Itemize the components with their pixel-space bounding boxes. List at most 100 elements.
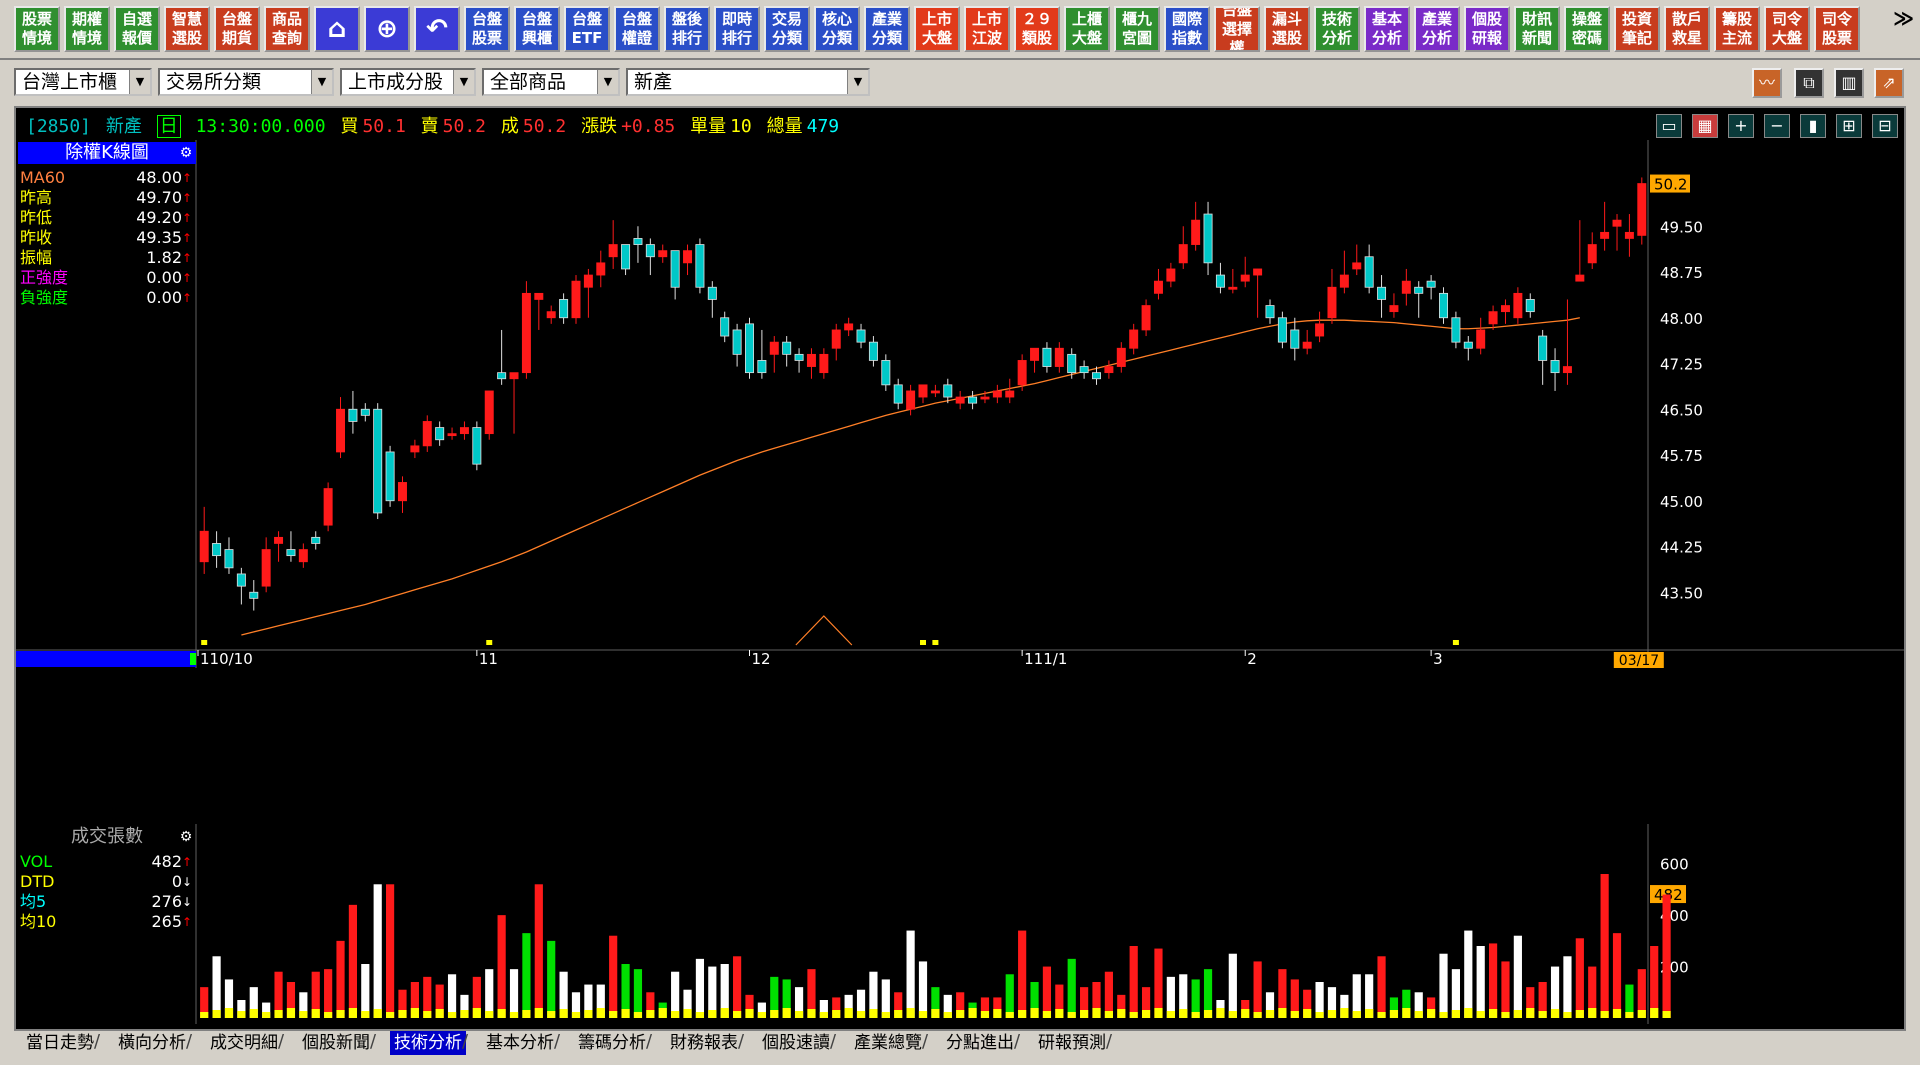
candle-body — [1550, 360, 1560, 374]
tab-2[interactable]: 成交明細 — [206, 1031, 282, 1055]
toolbar-button[interactable]: 散戶 救星 — [1664, 6, 1710, 52]
volume-base — [1389, 1010, 1399, 1018]
toolbar-button[interactable]: 上市 江波 — [964, 6, 1010, 52]
volume-panel-title[interactable]: 成交張數 — [18, 826, 196, 848]
toolbar-button[interactable]: 股票 情境 — [14, 6, 60, 52]
toolbar-button[interactable]: 基本 分析 — [1364, 6, 1410, 52]
toolbar-button[interactable]: 交易 分類 — [764, 6, 810, 52]
toolbar-button[interactable]: 台盤 興櫃 — [514, 6, 560, 52]
filter-select-value: 新產 — [634, 71, 673, 93]
tab-3[interactable]: 個股新聞 — [298, 1031, 374, 1055]
chart-style-icon[interactable]: 〰 — [1752, 68, 1782, 98]
filter-select[interactable]: 台灣上市櫃 ▼ — [14, 68, 152, 96]
toolbar-button[interactable]: 自選 報價 — [114, 6, 160, 52]
window-restore-icon[interactable]: ⧉ — [1794, 68, 1824, 98]
layout-icon[interactable]: ▥ — [1834, 68, 1864, 98]
tab-4[interactable]: 技術分析 — [390, 1031, 466, 1055]
toolbar-button[interactable]: 上櫃 大盤 — [1064, 6, 1110, 52]
home-icon[interactable]: ⌂ — [314, 6, 360, 52]
volume-base — [708, 1010, 717, 1018]
back-icon[interactable]: ↶ — [414, 6, 460, 52]
chevron-down-icon[interactable]: ▼ — [453, 70, 474, 94]
tab-7[interactable]: 財務報表 — [666, 1031, 742, 1055]
candle-body — [930, 390, 940, 394]
tab-9[interactable]: 產業總覽 — [850, 1031, 926, 1055]
candle-body — [881, 360, 891, 386]
volume-base — [1179, 1009, 1188, 1018]
candle-body — [1277, 317, 1287, 343]
toolbar-button[interactable]: 商品 查詢 — [264, 6, 310, 52]
volume-bar — [1253, 961, 1262, 1018]
toolbar-button[interactable]: 智慧 選股 — [164, 6, 210, 52]
toolbar-button[interactable]: 籌股 主流 — [1714, 6, 1760, 52]
toolbar-button[interactable]: 上市 大盤 — [914, 6, 960, 52]
zoom-in-icon[interactable]: + — [1728, 114, 1754, 138]
filter-bar: 台灣上市櫃 ▼ 交易所分類 ▼ 上市成分股 ▼ 全部商品 ▼ 新產 ▼ 〰 ⧉ ▥ ⇗ — [0, 60, 1920, 104]
chevron-down-icon[interactable]: ▼ — [597, 70, 618, 94]
filter-select[interactable]: 全部商品 ▼ — [482, 68, 620, 96]
toolbar-button[interactable]: 司令 大盤 — [1764, 6, 1810, 52]
toolbar-button[interactable]: 台盤 選擇權 — [1214, 6, 1260, 52]
toolbar-button[interactable]: 台盤 ETF — [564, 6, 610, 52]
volume-chart[interactable]: 600400200482 — [16, 824, 1904, 1024]
kline-settings-icon[interactable]: ⚙ — [178, 145, 194, 161]
toolbar-button[interactable]: 期權 情境 — [64, 6, 110, 52]
candle-body — [472, 427, 482, 465]
add-panel-icon[interactable]: ⊞ — [1836, 114, 1862, 138]
candle-body — [1265, 305, 1275, 319]
toolbar-button[interactable]: 台盤 期貨 — [214, 6, 260, 52]
filter-select[interactable]: 新產 ▼ — [626, 68, 870, 96]
filter-select[interactable]: 交易所分類 ▼ — [158, 68, 334, 96]
toolbar-button[interactable]: 核心 分類 — [814, 6, 860, 52]
toolbar-more-icon[interactable]: ≫ — [1893, 6, 1914, 30]
candle-body — [1538, 335, 1548, 361]
toolbar-button[interactable]: 技術 分析 — [1314, 6, 1360, 52]
kline-chart[interactable]: 49.50 48.75 48.00 47.25 46.50 45.75 45.00 44.25… — [16, 140, 1904, 668]
toolbar-button[interactable]: 櫃九 宮圖 — [1114, 6, 1160, 52]
kline-panel-title[interactable]: 除權K線圖 — [18, 142, 196, 164]
period-badge[interactable]: 日 — [156, 115, 181, 138]
candle-body — [992, 390, 1002, 398]
toolbar-button[interactable]: 司令 股票 — [1814, 6, 1860, 52]
candle-body — [1414, 286, 1424, 294]
zoom-out-icon[interactable]: − — [1764, 114, 1790, 138]
globe-icon[interactable]: ⊕ — [364, 6, 410, 52]
toolbar-button[interactable]: 即時 排行 — [714, 6, 760, 52]
chevron-down-icon[interactable]: ▼ — [311, 70, 332, 94]
toolbar-button[interactable]: 投資 筆記 — [1614, 6, 1660, 52]
toolbar-button[interactable]: 漏斗 選股 — [1264, 6, 1310, 52]
legend-row: 昨收 49.35 ↑ — [20, 228, 192, 248]
candle-body — [844, 323, 854, 331]
volume-settings-icon[interactable]: ⚙ — [178, 829, 194, 845]
toolbar-button[interactable]: 台盤 股票 — [464, 6, 510, 52]
tab-10[interactable]: 分點進出 — [942, 1031, 1018, 1055]
toolbar-button[interactable]: 產業 分類 — [864, 6, 910, 52]
tab-8[interactable]: 個股速讀 — [758, 1031, 834, 1055]
toolbar-button[interactable]: 盤後 排行 — [664, 6, 710, 52]
tab-1[interactable]: 橫向分析 — [114, 1031, 190, 1055]
popout-icon[interactable]: ⇗ — [1874, 68, 1904, 98]
filter-select-value: 交易所分類 — [166, 71, 262, 93]
toolbar-button[interactable]: 財訊 新聞 — [1514, 6, 1560, 52]
chart-bars-icon[interactable]: ▮ — [1800, 114, 1826, 138]
toolbar-button[interactable]: 操盤 密碼 — [1564, 6, 1610, 52]
filter-select[interactable]: 上市成分股 ▼ — [340, 68, 476, 96]
toolbar-button[interactable]: 國際 指數 — [1164, 6, 1210, 52]
tab-5[interactable]: 基本分析 — [482, 1031, 558, 1055]
chart-frame-icon[interactable]: ▭ — [1656, 114, 1682, 138]
toolbar-button[interactable]: 產業 分析 — [1414, 6, 1460, 52]
chart-grid-icon[interactable]: ▦ — [1692, 114, 1718, 138]
tab-6[interactable]: 籌碼分析 — [574, 1031, 650, 1055]
toolbar-button[interactable]: 台盤 權證 — [614, 6, 660, 52]
toolbar-button[interactable]: 個股 研報 — [1464, 6, 1510, 52]
remove-panel-icon[interactable]: ⊟ — [1872, 114, 1898, 138]
chevron-down-icon[interactable]: ▼ — [129, 70, 150, 94]
tab-separator: / — [94, 1031, 101, 1052]
volume-base — [547, 1011, 556, 1018]
tab-0[interactable]: 當日走勢 — [22, 1031, 98, 1055]
toolbar-button[interactable]: ２９ 類股 — [1014, 6, 1060, 52]
candle-body — [683, 250, 693, 264]
tab-11[interactable]: 研報預測 — [1034, 1031, 1110, 1055]
chevron-down-icon[interactable]: ▼ — [847, 70, 868, 94]
volume-base — [1662, 1011, 1671, 1018]
